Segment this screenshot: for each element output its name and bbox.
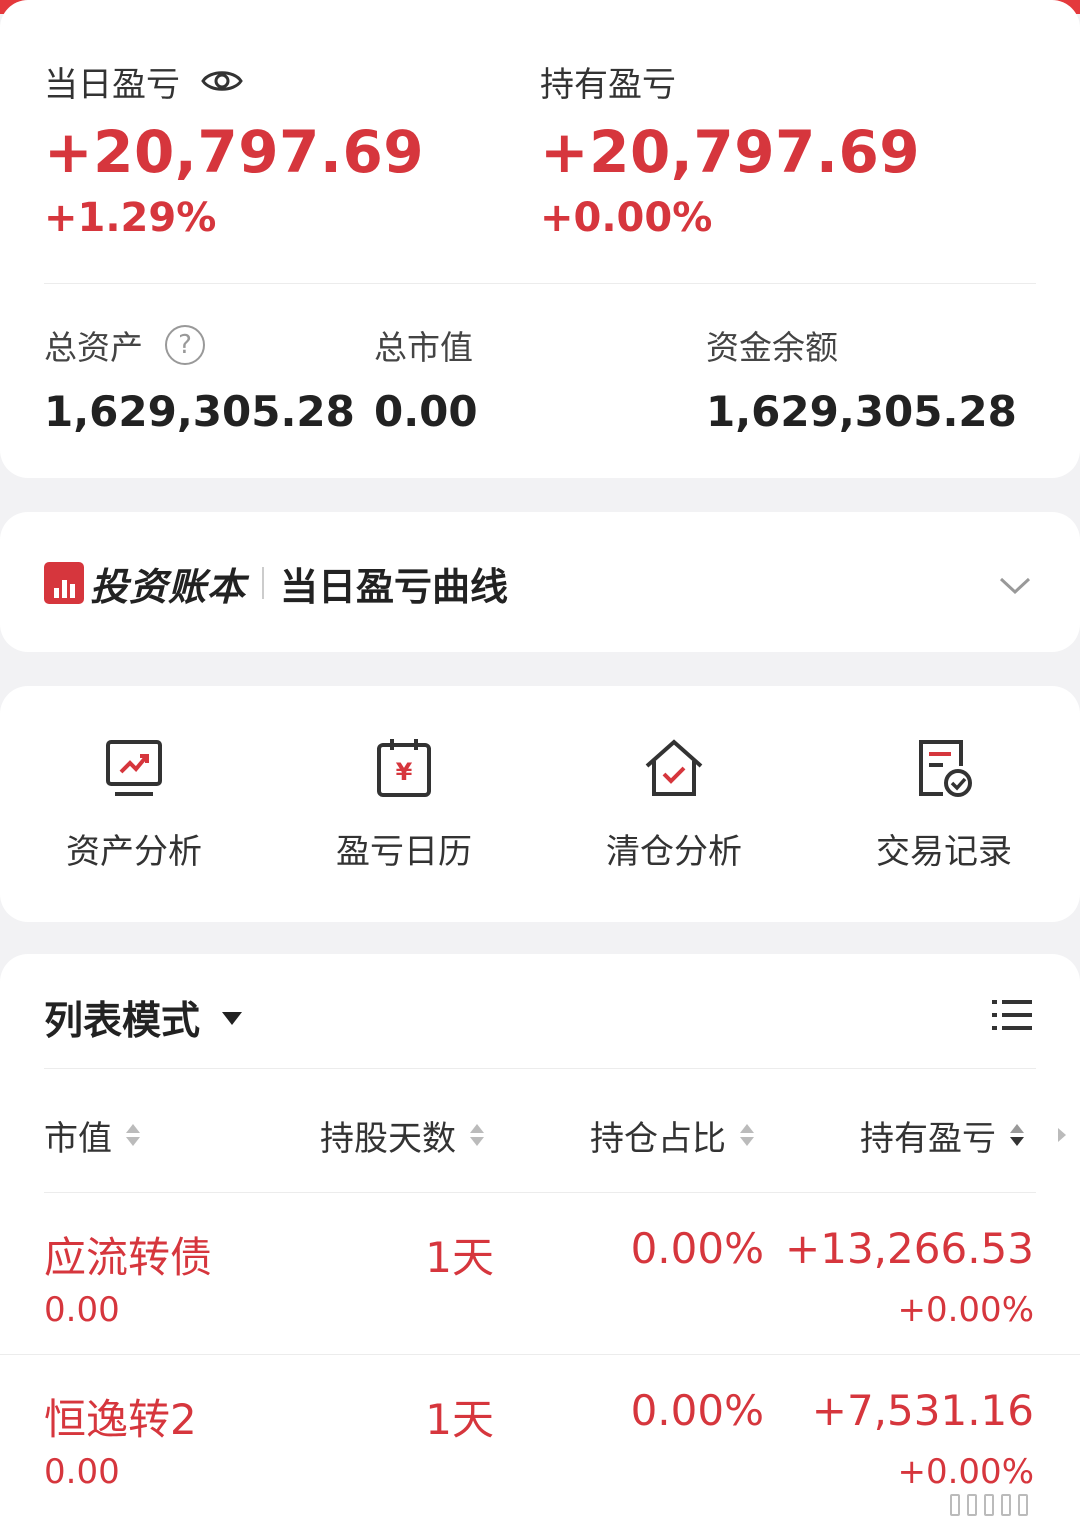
holding-pnl-block: 持有盈亏 +20,797.69 +0.00% (540, 58, 921, 241)
sort-icon (740, 1124, 754, 1146)
chevron-down-icon[interactable] (998, 568, 1032, 602)
tool-label: 清仓分析 (606, 832, 742, 872)
tool-label: 交易记录 (876, 832, 1012, 872)
column-header-holding-pnl[interactable]: 持有盈亏 (860, 1112, 1024, 1159)
holding-pnl-percent: +0.00% (540, 195, 713, 241)
eye-icon[interactable] (200, 59, 244, 103)
help-icon[interactable]: ? (165, 325, 205, 365)
daily-pnl-amount: +20,797.69 (44, 118, 425, 186)
scroll-right-icon[interactable] (1058, 1128, 1066, 1142)
market-value-label: 总市值 (374, 328, 473, 367)
total-assets-value: 1,629,305.28 (44, 387, 355, 436)
security-pnl: +7,531.16 (811, 1386, 1034, 1435)
security-days-held: 1天 (425, 1395, 494, 1444)
cash-balance-label: 资金余额 (706, 328, 838, 367)
security-market-value: 0.00 (44, 1452, 120, 1492)
market-value-value: 0.00 (374, 387, 478, 436)
security-name: 恒逸转2 (44, 1395, 197, 1444)
daily-pnl-percent: +1.29% (44, 195, 217, 241)
cash-balance-value: 1,629,305.28 (706, 387, 1017, 436)
document-check-icon (919, 740, 972, 797)
holding-pnl-amount: +20,797.69 (540, 118, 921, 186)
tool-pnl-calendar[interactable]: ¥ 盈亏日历 (294, 736, 514, 872)
ledger-card[interactable]: 投资账本 当日盈亏曲线 (0, 512, 1080, 652)
tools-card: 资产分析 ¥ 盈亏日历 清仓分析 交易记录 (0, 686, 1080, 922)
divider (0, 1354, 1080, 1355)
portfolio-page: 当日盈亏 +20,797.69 +1.29% 持有盈亏 +20,797.69 +… (0, 0, 1080, 1522)
divider (44, 283, 1036, 284)
caret-down-icon (222, 1011, 243, 1025)
column-label: 持仓占比 (590, 1118, 726, 1159)
house-check-icon (645, 739, 703, 796)
table-row[interactable]: 应流转债 0.00 1天 0.00% +13,266.53 +0.00% (0, 1194, 1080, 1354)
tool-label: 资产分析 (66, 832, 202, 872)
ledger-brand: 投资账本 (90, 564, 247, 609)
security-position-ratio: 0.00% (630, 1224, 764, 1273)
column-label: 市值 (44, 1118, 112, 1159)
table-row[interactable]: 恒逸转2 0.00 1天 0.00% +7,531.16 +0.00% (0, 1356, 1080, 1516)
tool-clearance-analysis[interactable]: 清仓分析 (564, 736, 784, 872)
yen-calendar-icon: ¥ (377, 739, 431, 797)
holding-pnl-label: 持有盈亏 (540, 64, 676, 105)
sort-icon (1010, 1124, 1024, 1146)
divider (44, 1068, 1036, 1069)
security-position-ratio: 0.00% (630, 1386, 764, 1435)
ledger-logo-icon (44, 562, 84, 604)
svg-text:¥: ¥ (396, 758, 413, 786)
security-days-held: 1天 (425, 1233, 494, 1282)
total-assets-label: 总资产 (44, 328, 143, 367)
divider (44, 1192, 1036, 1193)
list-mode-dropdown[interactable]: 列表模式 (44, 990, 243, 1046)
tool-label: 盈亏日历 (336, 832, 472, 872)
watermark-logo (950, 1494, 1028, 1516)
security-market-value: 0.00 (44, 1290, 120, 1330)
list-mode-label: 列表模式 (44, 999, 201, 1044)
market-value-block: 总市值 0.00 (374, 322, 478, 436)
summary-card: 当日盈亏 +20,797.69 +1.29% 持有盈亏 +20,797.69 +… (0, 0, 1080, 478)
column-header-position-ratio[interactable]: 持仓占比 (590, 1112, 754, 1159)
chart-monitor-icon (106, 740, 162, 796)
tool-asset-analysis[interactable]: 资产分析 (24, 736, 244, 872)
ledger-divider (262, 567, 265, 599)
column-label: 持股天数 (320, 1118, 456, 1159)
sort-icon (126, 1124, 140, 1146)
security-pnl-percent: +0.00% (897, 1452, 1035, 1492)
ledger-title: 当日盈亏曲线 (280, 564, 509, 609)
security-name: 应流转债 (44, 1233, 213, 1282)
tool-trade-records[interactable]: 交易记录 (834, 736, 1054, 872)
daily-pnl-block: 当日盈亏 +20,797.69 +1.29% (44, 58, 425, 241)
cash-balance-block: 资金余额 1,629,305.28 (706, 322, 1017, 436)
column-header-market-value[interactable]: 市值 (44, 1112, 140, 1159)
security-pnl: +13,266.53 (785, 1224, 1034, 1273)
column-header-days-held[interactable]: 持股天数 (320, 1112, 484, 1159)
daily-pnl-label: 当日盈亏 (44, 64, 180, 105)
security-pnl-percent: +0.00% (897, 1290, 1035, 1330)
column-label: 持有盈亏 (860, 1118, 996, 1159)
total-assets-block: 总资产 ? 1,629,305.28 (44, 322, 355, 436)
holdings-list-card: 列表模式 市值 持股天数 持仓占比 持有盈亏 应流转债 0.00 1天 0.00… (0, 954, 1080, 1522)
menu-list-icon[interactable] (992, 998, 1032, 1032)
sort-icon (470, 1124, 484, 1146)
